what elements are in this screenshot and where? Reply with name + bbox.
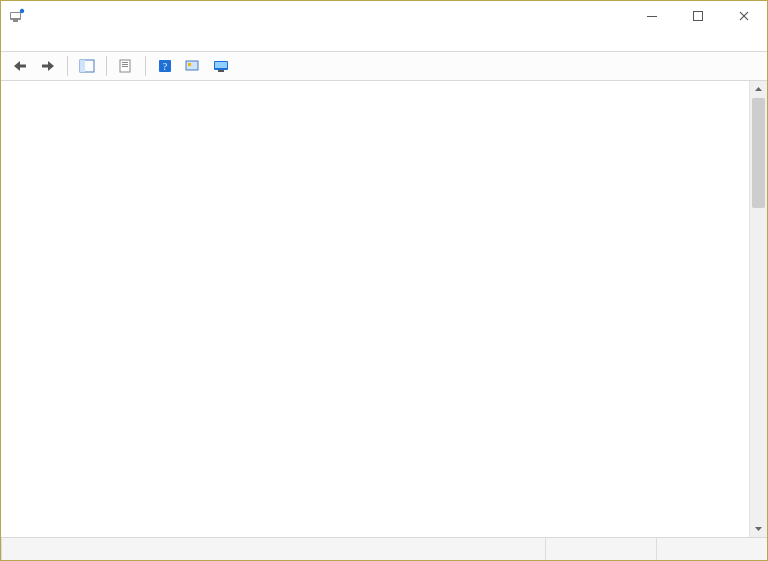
statusbar bbox=[1, 538, 767, 560]
scroll-up-button[interactable] bbox=[750, 81, 767, 98]
svg-text:?: ? bbox=[163, 62, 168, 73]
scroll-down-button[interactable] bbox=[750, 520, 767, 537]
toolbar-back-button[interactable] bbox=[7, 53, 33, 79]
close-button[interactable] bbox=[721, 1, 767, 31]
vertical-scrollbar[interactable] bbox=[749, 81, 767, 537]
minimize-button[interactable] bbox=[629, 1, 675, 31]
content-area bbox=[1, 81, 767, 538]
toolbar-scan-button[interactable] bbox=[180, 53, 206, 79]
toolbar-help-button[interactable]: ? bbox=[152, 53, 178, 79]
scroll-thumb[interactable] bbox=[752, 98, 765, 208]
toolbar-properties-button[interactable] bbox=[113, 53, 139, 79]
titlebar[interactable] bbox=[1, 1, 767, 31]
device-manager-window: ? bbox=[0, 0, 768, 561]
toolbar: ? bbox=[1, 51, 767, 81]
status-cell bbox=[545, 538, 656, 560]
menu-help[interactable] bbox=[53, 39, 69, 43]
toolbar-forward-button[interactable] bbox=[35, 53, 61, 79]
app-icon bbox=[9, 8, 25, 24]
toolbar-separator bbox=[145, 56, 146, 76]
toolbar-monitor-button[interactable] bbox=[208, 53, 234, 79]
menu-action[interactable] bbox=[21, 39, 37, 43]
status-cell bbox=[1, 538, 545, 560]
maximize-button[interactable] bbox=[675, 1, 721, 31]
toolbar-console-tree-button[interactable] bbox=[74, 53, 100, 79]
device-tree[interactable] bbox=[1, 81, 749, 537]
toolbar-separator bbox=[106, 56, 107, 76]
status-cell bbox=[656, 538, 767, 560]
menubar bbox=[1, 31, 767, 51]
window-buttons bbox=[629, 1, 767, 31]
menu-view[interactable] bbox=[37, 39, 53, 43]
toolbar-separator bbox=[67, 56, 68, 76]
menu-file[interactable] bbox=[5, 39, 21, 43]
